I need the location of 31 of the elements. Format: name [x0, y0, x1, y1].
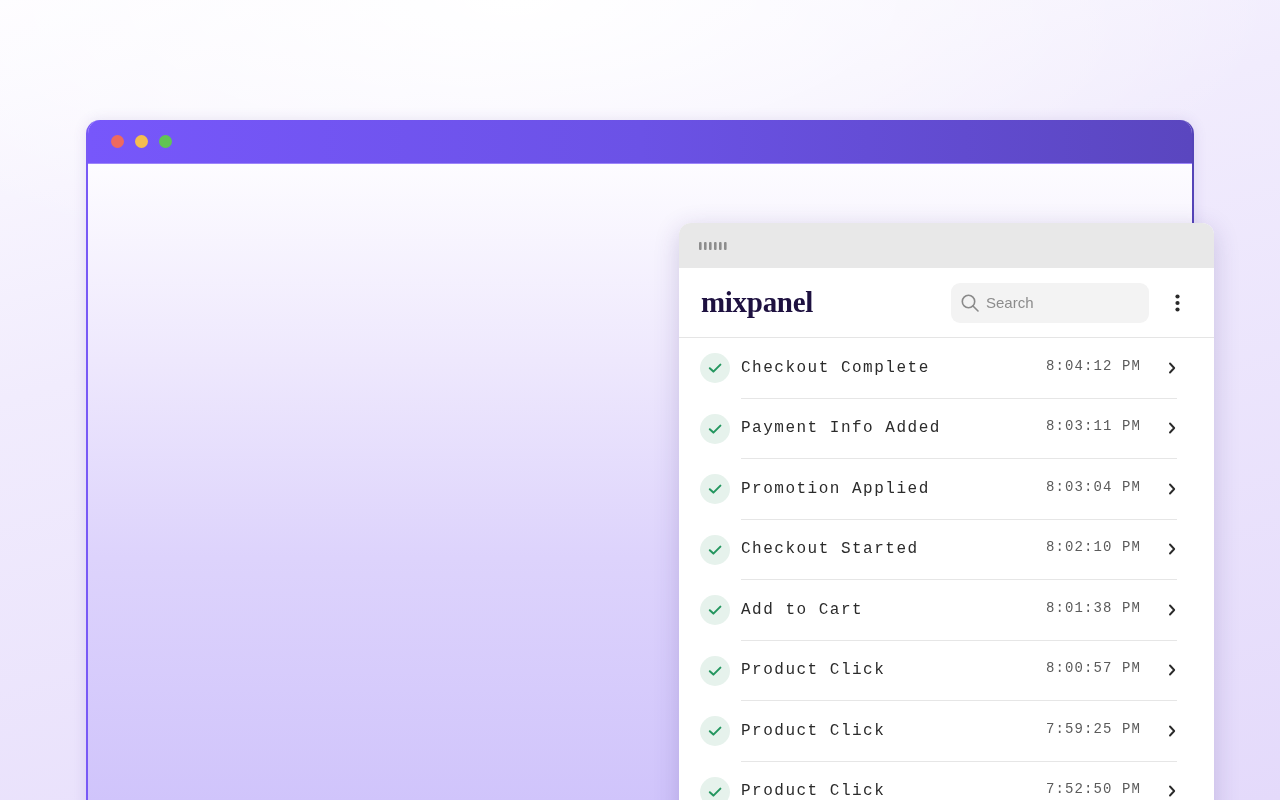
grip-icon[interactable]: [699, 241, 727, 250]
event-time: 8:00:57 PM: [1046, 660, 1141, 677]
window-control-icon[interactable]: [135, 135, 148, 148]
event-name: Add to Cart: [741, 600, 865, 619]
event-name: Promotion Applied: [741, 479, 931, 498]
event-time: 8:03:11 PM: [1046, 418, 1141, 435]
chevron-icon[interactable]: [1168, 724, 1176, 737]
chevron-icon[interactable]: [1168, 664, 1176, 677]
event-name: Product Click: [741, 721, 887, 740]
search-icon: [961, 293, 979, 312]
event-name: Checkout Complete: [741, 358, 931, 377]
logo-wordmark: mixpanel: [701, 286, 813, 319]
chevron-icon[interactable]: [1168, 785, 1176, 798]
event-time: 7:59:25 PM: [1046, 720, 1141, 737]
menu-button[interactable]: [1175, 293, 1180, 312]
chevron-icon[interactable]: [1168, 543, 1176, 556]
chevron-icon[interactable]: [1168, 361, 1176, 374]
chevron-icon[interactable]: [1168, 482, 1176, 495]
event-time: 8:02:10 PM: [1046, 539, 1141, 556]
event-time: 7:52:50 PM: [1046, 781, 1141, 798]
event-name: Payment Info Added: [741, 419, 942, 438]
event-name: Product Click: [741, 661, 887, 680]
search-field[interactable]: Search: [951, 282, 1149, 323]
event-name: Checkout Started: [741, 540, 920, 559]
event-name: Product Click: [741, 782, 887, 800]
event-time: 8:01:38 PM: [1046, 599, 1141, 616]
event-time: 8:03:04 PM: [1046, 478, 1141, 495]
vertical-dots-icon: [1175, 293, 1180, 312]
chevron-icon[interactable]: [1168, 603, 1176, 616]
chevron-icon[interactable]: [1168, 422, 1176, 435]
event-time: 8:04:12 PM: [1046, 357, 1141, 374]
